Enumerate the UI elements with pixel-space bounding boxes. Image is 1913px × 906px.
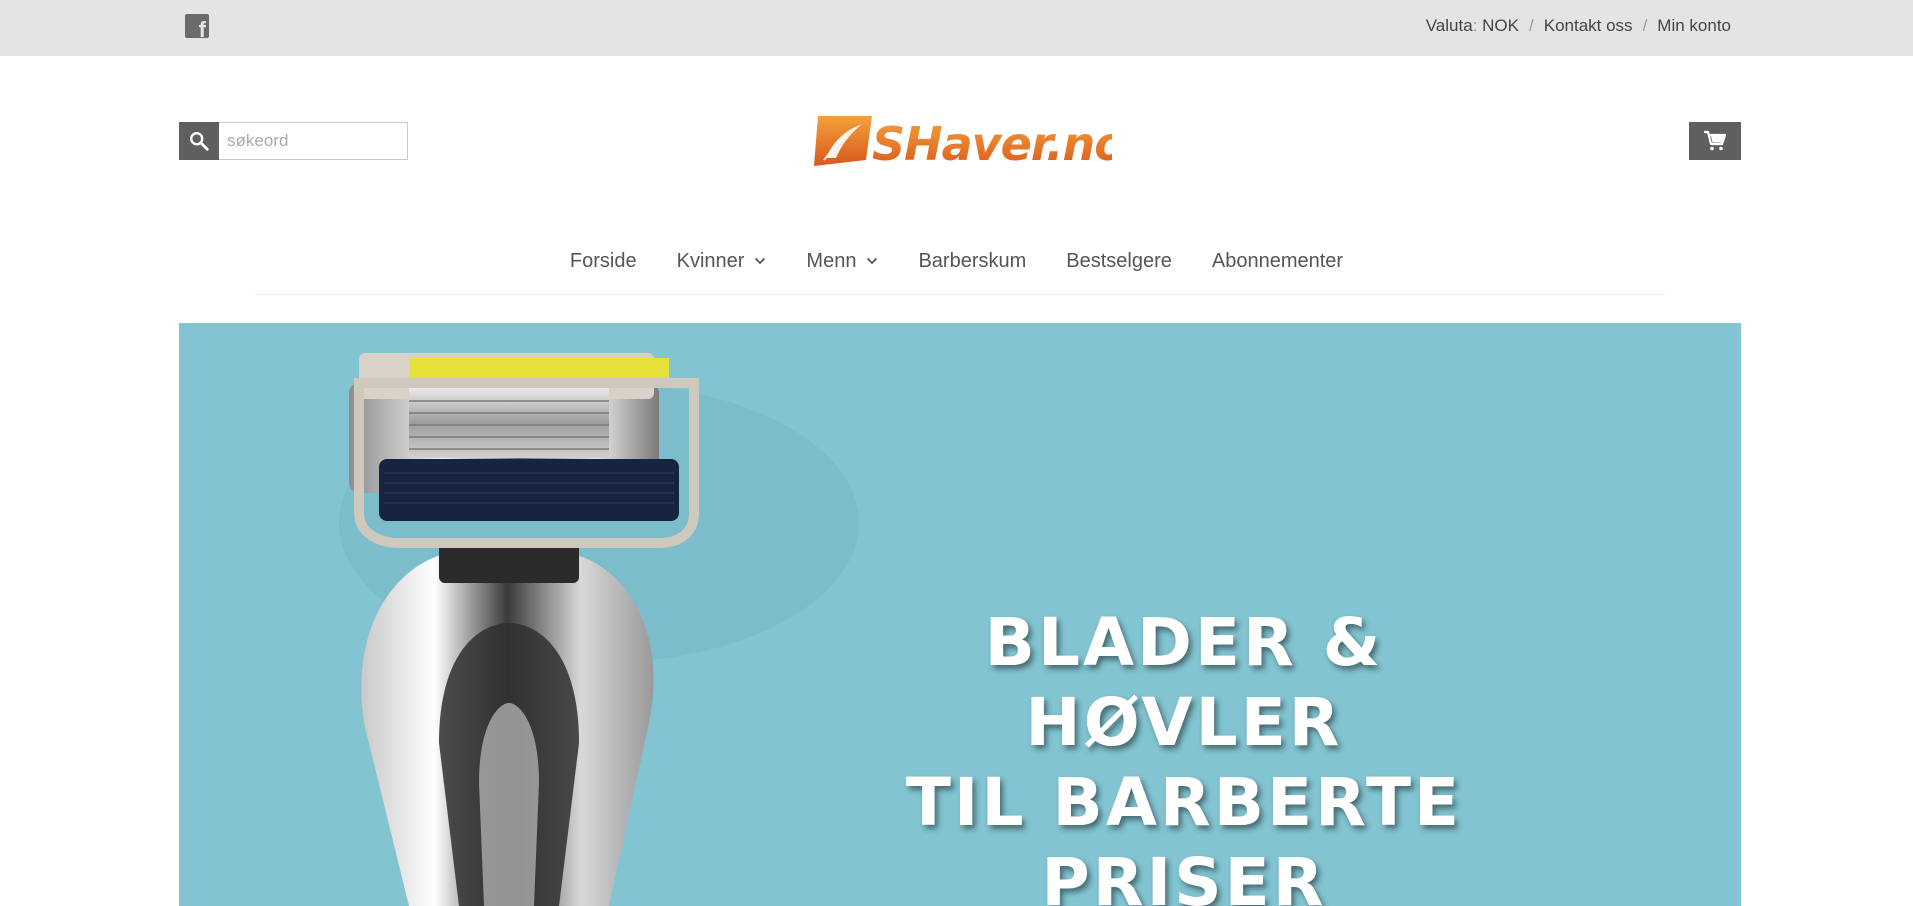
search-icon xyxy=(190,132,209,151)
nav-divider xyxy=(255,294,1665,295)
hero-line: BLADER & HØVLER xyxy=(984,604,1384,761)
nav-item-bestselgere[interactable]: Bestselgere xyxy=(1046,244,1192,278)
nav-label: Kvinner xyxy=(676,249,745,272)
cart-button[interactable] xyxy=(1689,122,1741,160)
contact-link[interactable]: Kontakt oss xyxy=(1544,16,1633,36)
site-logo[interactable]: SHaver.no xyxy=(812,110,1126,172)
search-input[interactable] xyxy=(219,122,408,160)
account-link[interactable]: Min konto xyxy=(1657,16,1731,36)
currency-value[interactable]: NOK xyxy=(1482,16,1519,36)
nav-label: Abonnementer xyxy=(1211,249,1344,272)
nav-label: Forside xyxy=(569,249,637,272)
hero-headline: BLADER & HØVLER TIL BARBERTE PRISER xyxy=(859,603,1741,906)
chevron-down-icon xyxy=(867,257,878,265)
top-links: Valuta: NOK / Kontakt oss / Min konto xyxy=(1426,16,1731,36)
nav-label: Barberskum xyxy=(918,249,1027,272)
cart-icon xyxy=(1704,130,1727,151)
chevron-down-icon xyxy=(755,257,766,265)
svg-text:SHaver.no: SHaver.no xyxy=(872,117,1112,171)
main-navigation: Forside Kvinner Menn Barberskum Bestselg… xyxy=(0,244,1913,278)
currency-label: Valuta xyxy=(1425,16,1473,35)
hero-line: TIL BARBERTE xyxy=(905,764,1463,841)
search-bar xyxy=(179,122,408,160)
hero-banner[interactable]: BLADER & HØVLER TIL BARBERTE PRISER xyxy=(179,323,1741,906)
separator: / xyxy=(1529,16,1534,35)
nav-item-menn[interactable]: Menn xyxy=(786,244,898,278)
currency-colon: : xyxy=(1472,16,1478,35)
facebook-icon[interactable]: f xyxy=(185,14,209,38)
razor-image xyxy=(339,353,859,906)
separator: / xyxy=(1642,16,1648,35)
search-button[interactable] xyxy=(179,122,219,160)
nav-label: Menn xyxy=(806,249,857,272)
top-bar: f Valuta: NOK / Kontakt oss / Min konto xyxy=(0,0,1913,56)
hero-line: PRISER xyxy=(1041,844,1327,906)
nav-item-kvinner[interactable]: Kvinner xyxy=(657,244,787,278)
nav-item-abonnementer[interactable]: Abonnementer xyxy=(1192,244,1363,278)
nav-item-forside[interactable]: Forside xyxy=(550,244,657,278)
nav-label: Bestselgere xyxy=(1066,249,1172,272)
nav-item-barberskum[interactable]: Barberskum xyxy=(898,244,1046,278)
